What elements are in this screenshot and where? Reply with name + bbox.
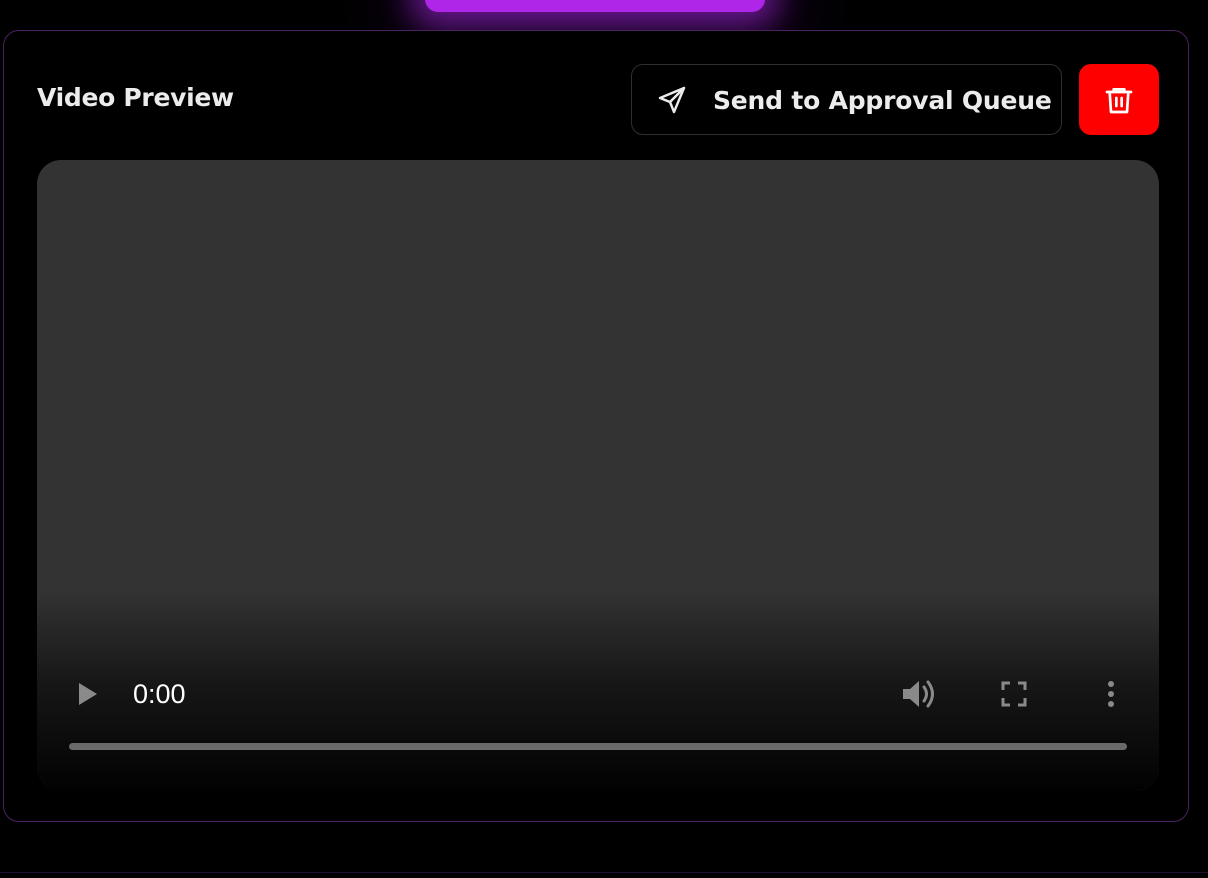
send-button-label: Send to Approval Queue [713,86,1052,115]
fullscreen-icon[interactable] [997,677,1031,711]
current-time: 0:00 [133,679,186,709]
send-icon [658,86,686,114]
volume-icon[interactable] [899,676,939,712]
video-preview-card: Video Preview Send to Approval Queue 0:0… [3,30,1189,822]
send-to-approval-queue-button[interactable]: Send to Approval Queue [631,64,1062,135]
delete-button[interactable] [1079,64,1159,135]
divider [0,872,1208,873]
progress-bar[interactable] [69,743,1127,750]
accent-glow [425,0,765,12]
more-options-icon[interactable] [1097,676,1125,712]
card-title: Video Preview [37,83,234,112]
trash-icon [1105,88,1133,114]
play-icon[interactable] [73,677,101,711]
controls-overlay [37,591,1159,791]
video-player[interactable]: 0:00 [37,160,1159,791]
